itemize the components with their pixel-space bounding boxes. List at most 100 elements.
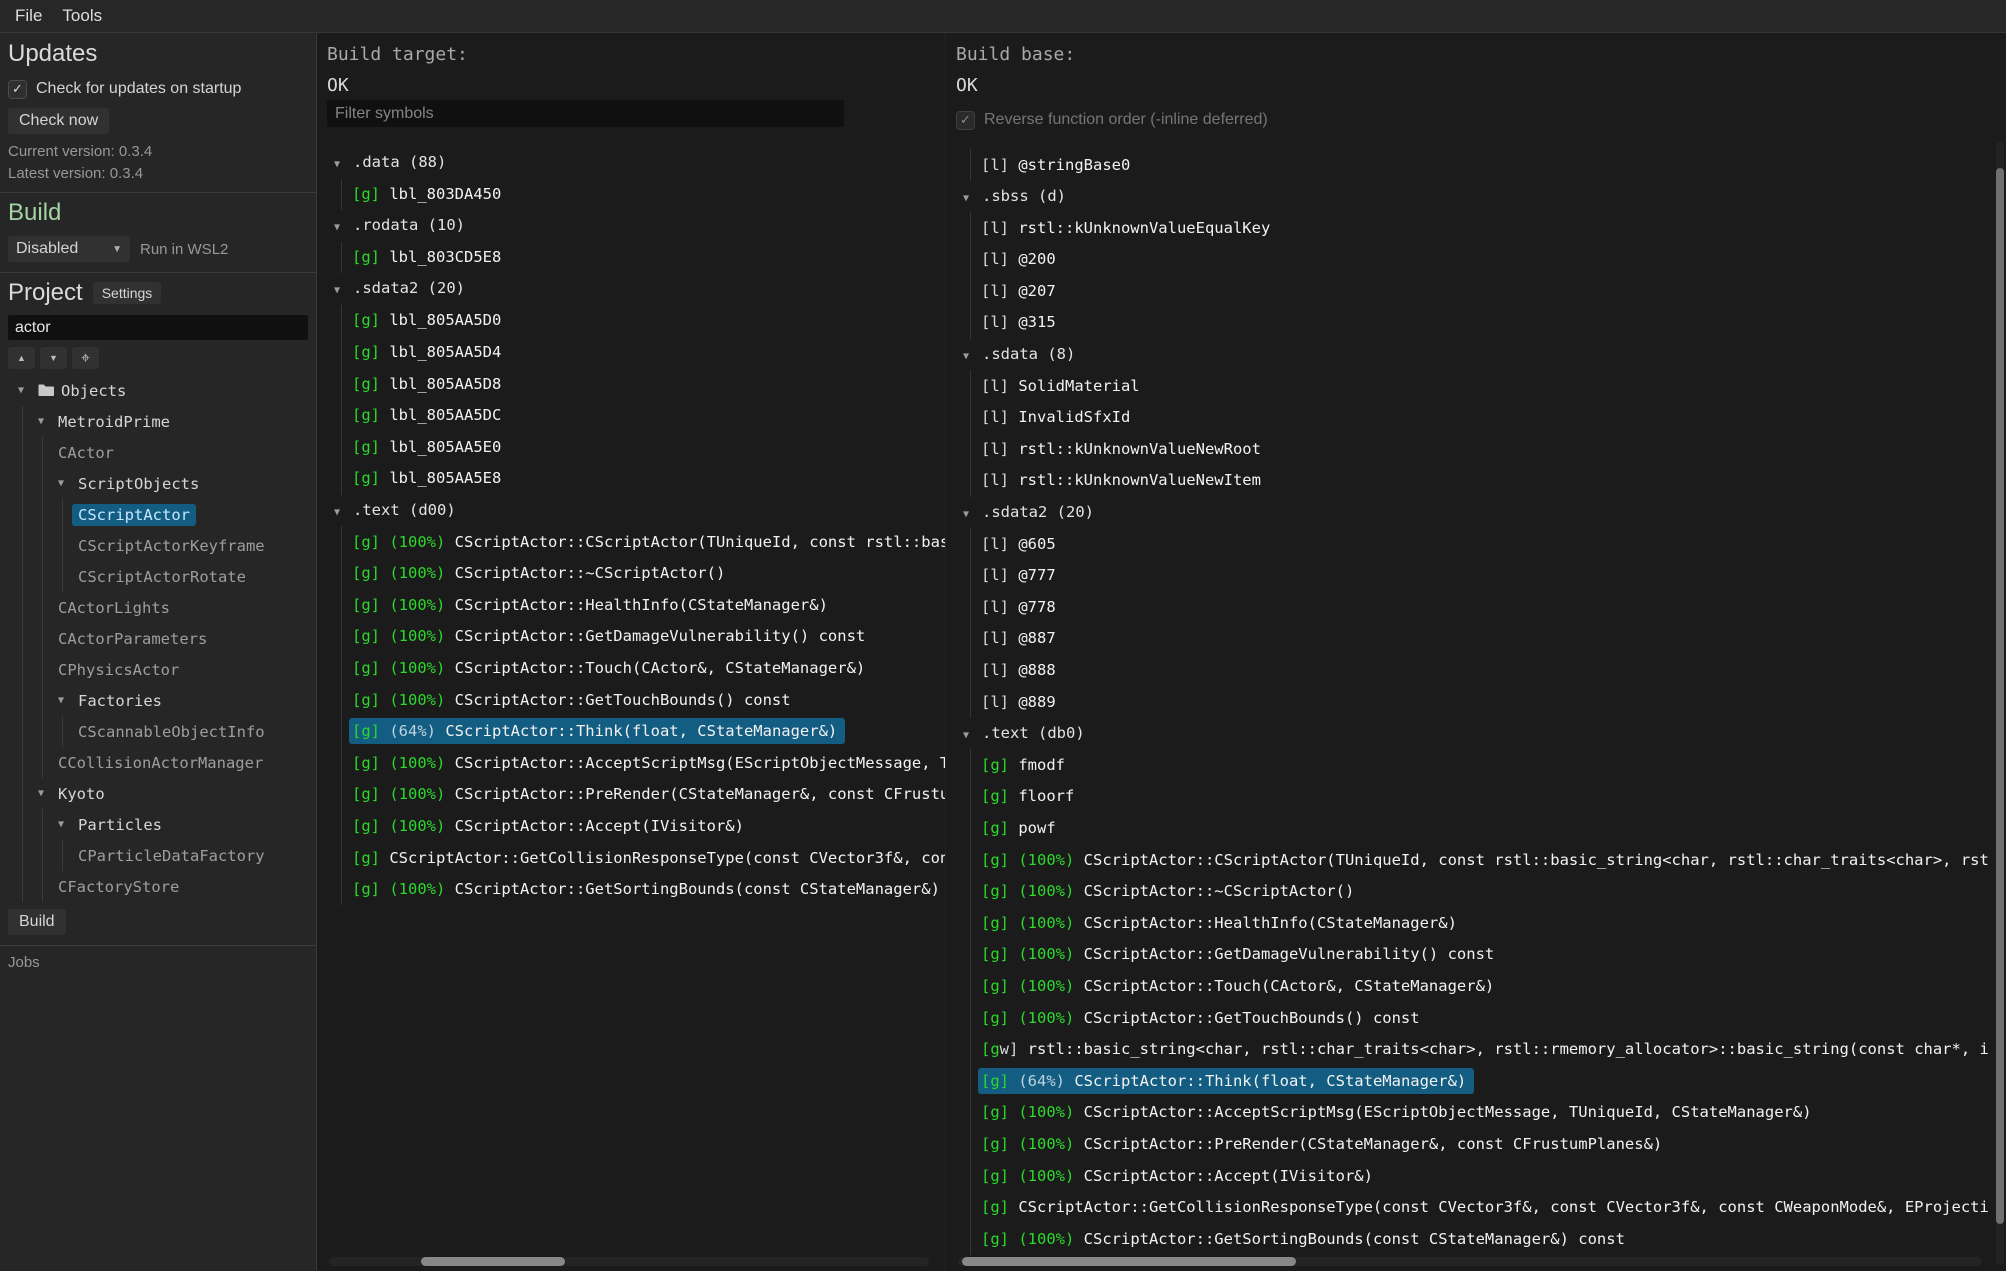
symbol-row[interactable]: [g] lbl_805AA5E0	[327, 431, 945, 463]
symbol-row[interactable]: [g] (64%) CScriptActor::Think(float, CSt…	[956, 1065, 1990, 1097]
symbol-row[interactable]: [g] (100%) CScriptActor::AcceptScriptMsg…	[327, 747, 945, 779]
check-updates-checkbox[interactable]: ✓ Check for updates on startup	[8, 78, 308, 100]
collapse-arrow-icon[interactable]: ▼	[18, 385, 38, 396]
tree-item-kyoto[interactable]: ▼Kyoto	[0, 778, 316, 809]
object-search-input[interactable]	[8, 315, 308, 340]
symbol-row[interactable]: [g] (64%) CScriptActor::Think(float, CSt…	[327, 716, 945, 748]
section-header[interactable]: ▼.sbss (d)	[956, 181, 1990, 213]
tree-item-cscannableobjectinfo[interactable]: CScannableObjectInfo	[0, 716, 316, 747]
symbol-row[interactable]: [g] lbl_805AA5D4	[327, 337, 945, 369]
symbol-row[interactable]: [g] (100%) CScriptActor::PreRender(CStat…	[956, 1128, 1990, 1160]
target-horizontal-scrollbar[interactable]	[329, 1257, 929, 1266]
symbol-row[interactable]: [g] (100%) CScriptActor::Accept(IVisitor…	[956, 1160, 1990, 1192]
symbol-row[interactable]: [g] (100%) CScriptActor::~CScriptActor()	[327, 558, 945, 590]
collapse-arrow-icon[interactable]: ▼	[334, 497, 353, 527]
symbol-row[interactable]: [g] (100%) CScriptActor::GetDamageVulner…	[327, 621, 945, 653]
build-button[interactable]: Build	[8, 909, 66, 935]
collapse-arrow-icon[interactable]: ▼	[334, 149, 353, 179]
collapse-arrow-icon[interactable]: ▼	[963, 720, 982, 750]
tree-item-cfactorystore[interactable]: CFactoryStore	[0, 871, 316, 902]
tree-item-particles[interactable]: ▼Particles	[0, 809, 316, 840]
section-header[interactable]: ▼.data (88)	[327, 147, 945, 179]
symbol-row[interactable]: [g] (100%) CScriptActor::HealthInfo(CSta…	[327, 589, 945, 621]
tree-item-ccollisionactormanager[interactable]: CCollisionActorManager	[0, 747, 316, 778]
collapse-arrow-icon[interactable]: ▼	[963, 341, 982, 371]
symbol-row[interactable]: [g] lbl_805AA5E8	[327, 463, 945, 495]
symbol-row[interactable]: [l] SolidMaterial	[956, 370, 1990, 402]
symbol-row[interactable]: [g] (100%) CScriptActor::Accept(IVisitor…	[327, 810, 945, 842]
symbol-row[interactable]: [g] lbl_805AA5DC	[327, 400, 945, 432]
locate-object-button[interactable]: ⌖	[72, 347, 99, 369]
symbol-row[interactable]: [g] lbl_803CD5E8	[327, 242, 945, 274]
symbol-row[interactable]: [l] rstl::kUnknownValueEqualKey	[956, 212, 1990, 244]
tree-item-cscriptactorrotate[interactable]: CScriptActorRotate	[0, 561, 316, 592]
symbol-row[interactable]: [g] lbl_805AA5D8	[327, 368, 945, 400]
tree-item-cphysicsactor[interactable]: CPhysicsActor	[0, 654, 316, 685]
section-header[interactable]: ▼.text (db0)	[956, 718, 1990, 750]
symbol-row[interactable]: [g] (100%) CScriptActor::AcceptScriptMsg…	[956, 1097, 1990, 1129]
symbol-row[interactable]: [g] (100%) CScriptActor::GetTouchBounds(…	[327, 684, 945, 716]
section-header[interactable]: ▼.rodata (10)	[327, 210, 945, 242]
symbol-row[interactable]: [l] @207	[956, 275, 1990, 307]
symbol-row[interactable]: [l] @200	[956, 244, 1990, 276]
symbol-row[interactable]: [g] (100%) CScriptActor::CScriptActor(TU…	[956, 844, 1990, 876]
scrollbar-thumb[interactable]	[962, 1257, 1296, 1266]
section-header[interactable]: ▼.text (d00)	[327, 495, 945, 527]
section-header[interactable]: ▼.sdata2 (20)	[327, 273, 945, 305]
scrollbar-thumb[interactable]	[421, 1257, 565, 1266]
symbol-row[interactable]: [l] @605	[956, 528, 1990, 560]
tree-item-scriptobjects[interactable]: ▼ScriptObjects	[0, 468, 316, 499]
symbol-row[interactable]: [g] (100%) CScriptActor::CScriptActor(TU…	[327, 526, 945, 558]
symbol-row[interactable]: [g] floorf	[956, 781, 1990, 813]
symbol-row[interactable]: [g] (100%) CScriptActor::HealthInfo(CSta…	[956, 907, 1990, 939]
symbol-row[interactable]: [g] lbl_805AA5D0	[327, 305, 945, 337]
collapse-arrow-icon[interactable]: ▼	[963, 499, 982, 529]
project-settings-button[interactable]: Settings	[93, 282, 162, 304]
symbol-row[interactable]: [g] powf	[956, 812, 1990, 844]
symbol-row[interactable]: [l] @778	[956, 591, 1990, 623]
symbol-row[interactable]: [l] rstl::kUnknownValueNewRoot	[956, 433, 1990, 465]
prev-match-button[interactable]: ▲	[8, 347, 35, 369]
tree-item-factories[interactable]: ▼Factories	[0, 685, 316, 716]
symbol-row[interactable]: [g] (100%) CScriptActor::PreRender(CStat…	[327, 779, 945, 811]
filter-symbols-input[interactable]	[327, 100, 844, 127]
symbol-row[interactable]: [g] (100%) CScriptActor::Touch(CActor&, …	[956, 970, 1990, 1002]
symbol-row[interactable]: [g] (100%) CScriptActor::GetSortingBound…	[327, 874, 945, 906]
symbol-row[interactable]: [g] (100%) CScriptActor::~CScriptActor()	[956, 876, 1990, 908]
checkbox-icon[interactable]: ✓	[8, 80, 27, 99]
symbol-row[interactable]: [l] InvalidSfxId	[956, 402, 1990, 434]
symbol-row[interactable]: [l] @315	[956, 307, 1990, 339]
section-header[interactable]: ▼.sdata2 (20)	[956, 497, 1990, 529]
symbol-row[interactable]: [l] @889	[956, 686, 1990, 718]
symbol-row[interactable]: [gw] rstl::basic_string<char, rstl::char…	[956, 1034, 1990, 1066]
tree-item-cactorparameters[interactable]: CActorParameters	[0, 623, 316, 654]
tree-item-cactorlights[interactable]: CActorLights	[0, 592, 316, 623]
collapse-arrow-icon[interactable]: ▼	[334, 212, 353, 242]
scrollbar-thumb[interactable]	[1996, 168, 2004, 1224]
collapse-arrow-icon[interactable]: ▼	[963, 183, 982, 213]
symbol-row[interactable]: [l] @888	[956, 655, 1990, 687]
reverse-order-checkbox[interactable]: ✓ Reverse function order (-inline deferr…	[956, 109, 1268, 131]
symbol-row[interactable]: [l] @stringBase0	[956, 149, 1990, 181]
tree-item-objects[interactable]: ▼Objects	[0, 375, 316, 406]
symbol-row[interactable]: [l] @887	[956, 623, 1990, 655]
build-config-dropdown[interactable]: Disabled ▼	[8, 236, 130, 262]
symbol-row[interactable]: [g] fmodf	[956, 749, 1990, 781]
menu-tools[interactable]: Tools	[53, 3, 111, 29]
tree-item-cactor[interactable]: CActor	[0, 437, 316, 468]
symbol-row[interactable]: [g] CScriptActor::GetCollisionResponseTy…	[327, 842, 945, 874]
next-match-button[interactable]: ▼	[40, 347, 67, 369]
check-now-button[interactable]: Check now	[8, 108, 109, 134]
vertical-scrollbar[interactable]	[1996, 142, 2004, 1265]
tree-item-cparticledatafactory[interactable]: CParticleDataFactory	[0, 840, 316, 871]
symbol-row[interactable]: [l] rstl::kUnknownValueNewItem	[956, 465, 1990, 497]
symbol-row[interactable]: [g] (100%) CScriptActor::GetTouchBounds(…	[956, 1002, 1990, 1034]
tree-item-cscriptactorkeyframe[interactable]: CScriptActorKeyframe	[0, 530, 316, 561]
symbol-row[interactable]: [g] (100%) CScriptActor::Touch(CActor&, …	[327, 653, 945, 685]
menu-file[interactable]: File	[6, 3, 51, 29]
symbol-row[interactable]: [g] (100%) CScriptActor::GetDamageVulner…	[956, 939, 1990, 971]
symbol-row[interactable]: [g] CScriptActor::GetCollisionResponseTy…	[956, 1192, 1990, 1224]
section-header[interactable]: ▼.sdata (8)	[956, 339, 1990, 371]
tree-item-metroidprime[interactable]: ▼MetroidPrime	[0, 406, 316, 437]
tree-item-cscriptactor[interactable]: CScriptActor	[0, 499, 316, 530]
